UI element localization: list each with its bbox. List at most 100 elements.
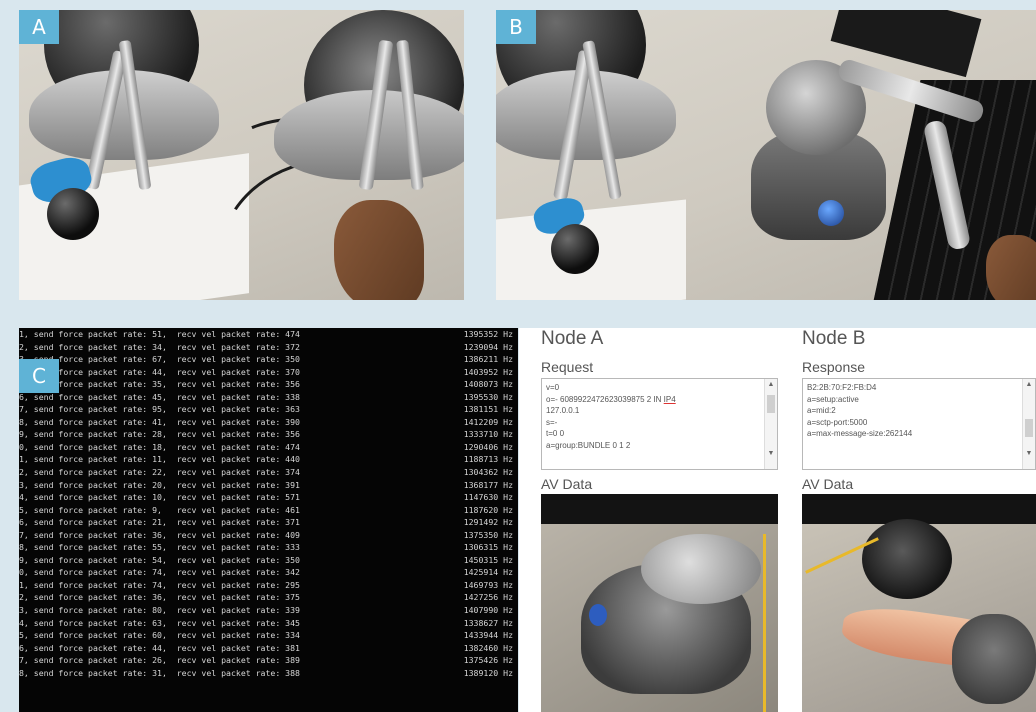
photo-panel-a: A [19,10,464,300]
log-text: 8, send force packet rate: 41, recv vel … [19,416,300,427]
device-button [589,604,607,626]
log-text: 5, send force packet rate: 35, recv vel … [19,379,300,390]
scroll-down-icon[interactable]: ▼ [765,448,777,460]
node-b-title: Node B [802,328,866,349]
terminal-line: 3, send force packet rate: 80, recv vel … [19,604,518,617]
device-in-video [862,519,952,599]
log-text: 7, send force packet rate: 95, recv vel … [19,404,300,415]
terminal-line: 9, send force packet rate: 28, recv vel … [19,428,518,441]
terminal-line: 4, send force packet rate: 10, recv vel … [19,491,518,504]
log-rate: 1375350 Hz [463,529,513,540]
log-rate: 1239094 Hz [463,341,513,352]
sdp-line: v=0 [546,383,560,392]
log-text: 8, send force packet rate: 55, recv vel … [19,542,300,553]
log-text: 1, send force packet rate: 74, recv vel … [19,579,300,590]
terminal-line: 7, send force packet rate: 36, recv vel … [19,529,518,542]
log-rate: 1368177 Hz [463,479,513,490]
scroll-thumb[interactable] [767,395,775,413]
sdp-line: a=setup:active [807,394,859,404]
log-text: 3, send force packet rate: 67, recv vel … [19,354,300,365]
terminal-panel: 1, send force packet rate: 51, recv vel … [19,328,518,712]
log-text: 4, send force packet rate: 10, recv vel … [19,492,300,503]
log-rate: 1389120 Hz [463,667,513,678]
log-text: 3, send force packet rate: 80, recv vel … [19,605,300,616]
terminal-line: 2, send force packet rate: 36, recv vel … [19,591,518,604]
log-rate: 1188713 Hz [463,454,513,465]
response-label: Response [802,359,866,375]
terminal-line: 3, send force packet rate: 20, recv vel … [19,479,518,492]
log-text: 4, send force packet rate: 44, recv vel … [19,366,300,377]
log-rate: 1375426 Hz [463,655,513,666]
log-text: 1, send force packet rate: 51, recv vel … [19,329,300,339]
request-scrollbar[interactable]: ▲ ▼ [764,379,777,469]
terminal-line: 0, send force packet rate: 74, recv vel … [19,566,518,579]
log-text: 2, send force packet rate: 22, recv vel … [19,467,300,478]
log-text: 4, send force packet rate: 63, recv vel … [19,617,300,628]
node-b-video [802,494,1036,712]
log-rate: 1381151 Hz [463,404,513,415]
log-rate: 1147630 Hz [463,492,513,503]
log-text: 6, send force packet rate: 45, recv vel … [19,391,300,402]
terminal-line: 5, send force packet rate: 35, recv vel … [19,378,518,391]
terminal-line: 2, send force packet rate: 22, recv vel … [19,466,518,479]
cable [763,534,766,712]
sdp-line: s=- [546,417,558,427]
log-text: 7, send force packet rate: 26, recv vel … [19,655,300,666]
log-rate: 1425914 Hz [463,567,513,578]
panel-b-badge: B [496,10,536,44]
terminal-line: 4, send force packet rate: 44, recv vel … [19,366,518,379]
hand [986,235,1036,300]
photo-panel-b: B [496,10,1036,300]
terminal-line: 9, send force packet rate: 54, recv vel … [19,554,518,567]
log-rate: 1333710 Hz [463,429,513,440]
terminal-line: 6, send force packet rate: 45, recv vel … [19,391,518,404]
sdp-line: a=max-message-size:262144 [807,429,913,438]
log-rate: 1469793 Hz [463,579,513,590]
log-text: 6, send force packet rate: 44, recv vel … [19,642,300,653]
request-textarea[interactable]: v=0 o=- 6089922472623039875 2 IN IP4 127… [541,378,778,470]
node-a-av-label: AV Data [541,476,593,492]
sdp-line: B2:2B:70:F2:FB:D4 [807,383,877,392]
sdp-line: a=sctp-port:5000 [807,417,868,427]
log-rate: 1291492 Hz [463,517,513,528]
scroll-up-icon[interactable]: ▲ [1023,379,1035,391]
log-rate: 1304362 Hz [463,467,513,478]
terminal-line: 1, send force packet rate: 74, recv vel … [19,579,518,592]
log-text: 7, send force packet rate: 36, recv vel … [19,529,300,540]
response-textarea[interactable]: B2:2B:70:F2:FB:D4 a=setup:active a=mid:2… [802,378,1036,470]
log-rate: 1450315 Hz [463,554,513,565]
scroll-thumb[interactable] [1025,419,1033,437]
log-rate: 1403952 Hz [463,366,513,377]
log-rate: 1290406 Hz [463,441,513,452]
terminal-line: 5, send force packet rate: 60, recv vel … [19,629,518,642]
terminal-line: 4, send force packet rate: 63, recv vel … [19,617,518,630]
log-rate: 1338627 Hz [463,617,513,628]
terminal-output: 1, send force packet rate: 51, recv vel … [19,328,518,679]
terminal-line: 2, send force packet rate: 34, recv vel … [19,341,518,354]
terminal-line: 3, send force packet rate: 67, recv vel … [19,353,518,366]
stylus-ball [47,188,99,240]
terminal-line: 1, send force packet rate: 11, recv vel … [19,453,518,466]
panel-a-badge: A [19,10,59,44]
log-rate: 1433944 Hz [463,630,513,641]
log-rate: 1408073 Hz [463,379,513,390]
log-text: 9, send force packet rate: 28, recv vel … [19,429,300,440]
response-scrollbar[interactable]: ▲ ▼ [1022,379,1035,469]
log-text: 8, send force packet rate: 31, recv vel … [19,667,300,678]
terminal-line: 1, send force packet rate: 51, recv vel … [19,328,518,341]
sdp-line: t=0 0 [546,429,565,438]
terminal-line: 7, send force packet rate: 26, recv vel … [19,654,518,667]
hand [334,200,424,300]
log-text: 6, send force packet rate: 21, recv vel … [19,517,300,528]
webrtc-ui: Node A Request v=0 o=- 60899224726230398… [519,328,1036,712]
log-text: 2, send force packet rate: 36, recv vel … [19,592,300,603]
log-rate: 1427256 Hz [463,592,513,603]
log-rate: 1395530 Hz [463,391,513,402]
node-a-video [541,494,778,712]
scroll-up-icon[interactable]: ▲ [765,379,777,391]
underlined-token: IP4 [663,394,676,404]
terminal-line: 8, send force packet rate: 41, recv vel … [19,416,518,429]
terminal-line: 7, send force packet rate: 95, recv vel … [19,403,518,416]
scroll-down-icon[interactable]: ▼ [1023,448,1035,460]
terminal-line: 6, send force packet rate: 21, recv vel … [19,516,518,529]
